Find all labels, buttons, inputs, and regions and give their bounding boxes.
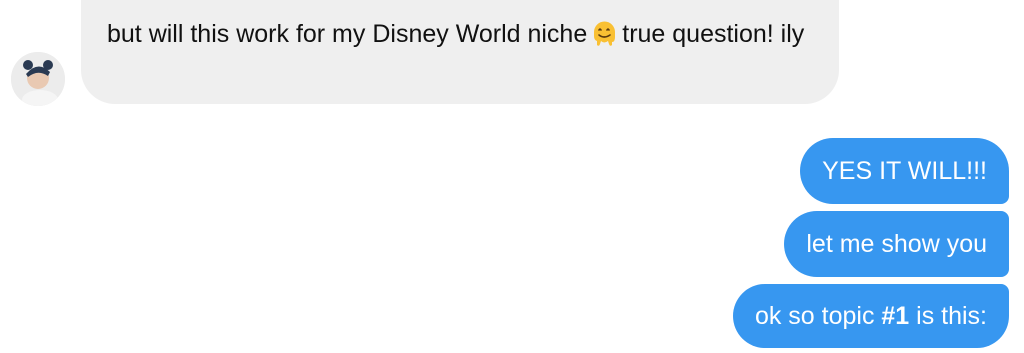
outgoing-message-2[interactable]: let me show you — [784, 211, 1009, 277]
chat-thread: but will this work for my Disney World n… — [0, 0, 1024, 353]
incoming-text-end: true question! ily — [622, 20, 805, 48]
outgoing-text-3: ok so topic #1 is this: — [755, 301, 987, 331]
avatar[interactable] — [11, 52, 65, 106]
outgoing-message-3[interactable]: ok so topic #1 is this: — [732, 284, 1009, 348]
outgoing-text-1: YES IT WILL!!! — [822, 157, 987, 185]
incoming-text-start: but will this work for my Disney World n… — [107, 20, 588, 48]
outgoing-text-3-prefix: ok so topic — [754, 302, 882, 330]
outgoing-message-1[interactable]: YES IT WILL!!! — [800, 138, 1009, 204]
outgoing-text-2: let me show you — [806, 230, 987, 258]
outgoing-text-3-suffix: is this: — [909, 302, 987, 330]
incoming-message[interactable]: but will this work for my Disney World n… — [81, 0, 839, 104]
melting-face-emoji-icon — [591, 20, 618, 47]
avatar-image — [11, 52, 65, 106]
topic-number: #1 — [881, 302, 910, 330]
